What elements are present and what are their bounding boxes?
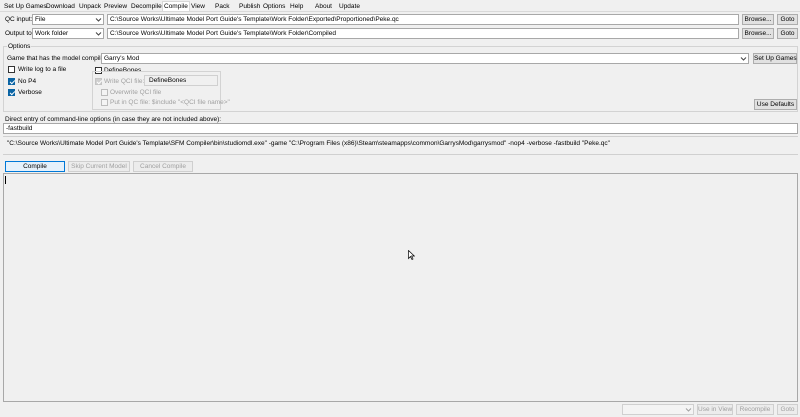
direct-entry-field[interactable]: -fastbuild: [3, 123, 798, 134]
chevron-down-icon: [685, 408, 692, 412]
chevron-down-icon: [740, 57, 747, 61]
write-log-checkbox[interactable]: [8, 66, 15, 73]
menu-view[interactable]: View: [190, 2, 206, 11]
menu-pack[interactable]: Pack: [214, 2, 230, 11]
output-to-path-value: C:\Source Works\Ultimate Model Port Guid…: [110, 30, 336, 37]
output-to-mode-value: Work folder: [35, 30, 69, 37]
output-to-path-field[interactable]: C:\Source Works\Ultimate Model Port Guid…: [107, 28, 739, 39]
qc-input-goto-button[interactable]: Goto: [777, 14, 798, 25]
qc-input-path-field[interactable]: C:\Source Works\Ultimate Model Port Guid…: [107, 14, 739, 25]
verbose-checkbox[interactable]: [8, 89, 15, 96]
menu-unpack[interactable]: Unpack: [78, 2, 102, 11]
write-qci-checkbox[interactable]: [95, 78, 102, 85]
chevron-down-icon: [95, 18, 102, 22]
divider: [3, 154, 798, 155]
recompile-button[interactable]: Recompile: [736, 404, 774, 415]
skip-current-model-button[interactable]: Skip Current Model: [68, 161, 130, 172]
menu-preview[interactable]: Preview: [103, 2, 128, 11]
put-in-qc-checkbox[interactable]: [101, 99, 108, 106]
menu-about[interactable]: About: [314, 2, 333, 11]
menu-set-up-games[interactable]: Set Up Games: [3, 2, 48, 11]
use-defaults-button[interactable]: Use Defaults: [754, 99, 797, 110]
bottom-model-select[interactable]: [622, 404, 694, 415]
qc-input-mode-value: File: [35, 16, 46, 23]
no-p4-checkbox[interactable]: [8, 78, 15, 85]
chevron-down-icon: [95, 32, 102, 36]
menu-download[interactable]: Download: [45, 2, 76, 11]
text-caret: [5, 176, 6, 184]
compile-button[interactable]: Compile: [5, 161, 65, 172]
qc-input-mode-select[interactable]: File: [32, 14, 104, 25]
overwrite-qci-checkbox[interactable]: [101, 89, 108, 96]
qci-name-value: DefineBones: [149, 77, 187, 84]
use-in-view-button[interactable]: Use in View: [697, 404, 733, 415]
put-in-qc-label: Put in QC file: $include "<QCI file name…: [110, 99, 230, 106]
game-compiler-label: Game that has the model compiler:: [7, 55, 109, 62]
options-group-label: Options: [7, 42, 32, 51]
menu-update[interactable]: Update: [338, 2, 361, 11]
write-log-label: Write log to a file: [18, 66, 67, 73]
qci-name-field[interactable]: DefineBones: [144, 75, 218, 86]
menu-options[interactable]: Options: [262, 2, 286, 11]
game-compiler-select[interactable]: Garry's Mod: [101, 53, 749, 64]
menu-decompile[interactable]: Decompile: [130, 2, 163, 11]
divider: [3, 136, 798, 137]
verbose-label: Verbose: [18, 89, 42, 96]
qc-input-browse-button[interactable]: Browse...: [742, 14, 774, 25]
output-to-label: Output to:: [5, 30, 34, 37]
qc-input-label: QC input:: [5, 16, 33, 23]
mouse-cursor-icon: [408, 250, 415, 260]
menu-publish[interactable]: Publish: [238, 2, 261, 11]
set-up-games-button[interactable]: Set Up Games: [753, 53, 797, 64]
menu-help[interactable]: Help: [289, 2, 304, 11]
tab-divider: [0, 11, 800, 12]
qc-input-path-value: C:\Source Works\Ultimate Model Port Guid…: [110, 16, 399, 23]
no-p4-label: No P4: [18, 78, 37, 85]
game-compiler-value: Garry's Mod: [104, 55, 140, 62]
direct-entry-value: -fastbuild: [6, 125, 33, 132]
output-to-goto-button[interactable]: Goto: [777, 28, 798, 39]
bottom-goto-button[interactable]: Goto: [777, 404, 798, 415]
command-line-text: "C:\Source Works\Ultimate Model Port Gui…: [7, 140, 610, 147]
overwrite-qci-label: Overwrite QCI file: [110, 89, 162, 96]
output-to-mode-select[interactable]: Work folder: [32, 28, 104, 39]
compile-log[interactable]: [3, 173, 798, 402]
write-qci-label: Write QCI file:: [104, 78, 145, 85]
cancel-compile-button[interactable]: Cancel Compile: [133, 161, 193, 172]
output-to-browse-button[interactable]: Browse...: [742, 28, 774, 39]
